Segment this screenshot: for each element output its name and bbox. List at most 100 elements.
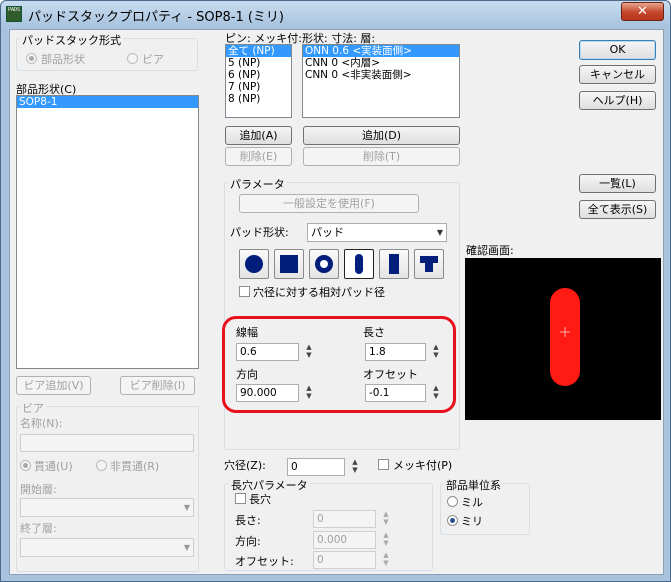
slot-offset-field[interactable]: 0 bbox=[313, 551, 376, 569]
chevron-down-icon: ▼ bbox=[183, 503, 190, 512]
length-field[interactable]: 1.8 bbox=[365, 343, 426, 361]
radio-mm[interactable] bbox=[447, 515, 458, 526]
start-layer-combo[interactable]: ▼ bbox=[20, 498, 194, 517]
shape-item[interactable]: CNN 0 <非実装面側> bbox=[303, 69, 459, 81]
units-group-label: 部品単位系 bbox=[444, 477, 503, 493]
round-pad-icon bbox=[245, 255, 263, 273]
slot-checkbox-label: 長穴 bbox=[249, 493, 271, 506]
ok-button[interactable]: OK bbox=[579, 40, 656, 60]
length-spinner-icon[interactable]: ▲ ▼ bbox=[431, 343, 441, 361]
offset-spinner-icon[interactable]: ▲ ▼ bbox=[431, 384, 441, 402]
slot-orientation-field[interactable]: 0.000 bbox=[313, 531, 376, 549]
orientation-field[interactable]: 90.000 bbox=[236, 384, 299, 402]
padstack-type-label: パッドスタック形式 bbox=[20, 32, 123, 48]
oval-pad-button[interactable] bbox=[344, 249, 374, 279]
title-bar[interactable]: PADS パッドスタックプロパティ - SOP8-1 (ミリ) ✕ bbox=[1, 1, 670, 27]
radio-non-through-label: 非貫通(R) bbox=[110, 460, 160, 473]
round-pad-button[interactable] bbox=[239, 249, 269, 279]
orientation-label: 方向 bbox=[236, 368, 258, 381]
slot-offset-spinner-icon[interactable]: ▲ ▼ bbox=[381, 551, 391, 569]
shapes-listbox[interactable]: ONN 0.6 <実装面側> CNN 0 <内層> CNN 0 <非実装面側> bbox=[302, 44, 460, 118]
relative-drill-checkbox[interactable] bbox=[239, 286, 250, 297]
radio-mm-label: ミリ bbox=[461, 515, 483, 528]
shape-item[interactable]: ONN 0.6 <実装面側> bbox=[303, 45, 459, 57]
slot-orientation-label: 方向: bbox=[235, 535, 261, 548]
delete-pin-button[interactable]: 削除(E) bbox=[225, 147, 292, 166]
cancel-button[interactable]: キャンセル bbox=[579, 65, 656, 84]
use-general-settings-button[interactable]: 一般設定を使用(F) bbox=[239, 194, 419, 213]
slot-offset-label: オフセット: bbox=[235, 555, 294, 568]
odd-pad-button[interactable] bbox=[414, 249, 444, 279]
add-pin-button[interactable]: 追加(A) bbox=[225, 126, 292, 145]
preview-canvas bbox=[465, 258, 661, 420]
square-pad-button[interactable] bbox=[274, 249, 304, 279]
radio-non-through[interactable] bbox=[96, 460, 107, 471]
offset-label: オフセット bbox=[363, 368, 418, 381]
drill-spinner-icon[interactable]: ▲ ▼ bbox=[350, 458, 360, 476]
radio-through[interactable] bbox=[20, 460, 31, 471]
offset-field[interactable]: -0.1 bbox=[365, 384, 426, 402]
slot-length-spinner-icon[interactable]: ▲ ▼ bbox=[381, 510, 391, 528]
list-button[interactable]: 一覧(L) bbox=[579, 174, 656, 193]
via-name-label: 名称(N): bbox=[20, 417, 63, 430]
radio-through-label: 貫通(U) bbox=[34, 460, 73, 473]
annular-pad-button[interactable] bbox=[309, 249, 339, 279]
plated-checkbox[interactable] bbox=[378, 459, 389, 470]
radio-decal-label: 部品形状 bbox=[41, 53, 85, 66]
pin-item[interactable]: 7 (NP) bbox=[226, 81, 291, 93]
pins-listbox[interactable]: 全て (NP) 5 (NP) 6 (NP) 7 (NP) 8 (NP) bbox=[225, 44, 292, 118]
add-shape-button[interactable]: 追加(D) bbox=[303, 126, 460, 145]
end-layer-combo[interactable]: ▼ bbox=[20, 538, 194, 557]
delete-via-button[interactable]: ビア削除(I) bbox=[120, 376, 195, 395]
rectangle-pad-icon bbox=[389, 254, 399, 274]
width-spinner-icon[interactable]: ▲ ▼ bbox=[304, 343, 314, 361]
width-field[interactable]: 0.6 bbox=[236, 343, 299, 361]
slot-checkbox[interactable] bbox=[235, 493, 246, 504]
pad-shape-combo[interactable]: パッド ▼ bbox=[307, 223, 447, 242]
via-name-field[interactable] bbox=[20, 434, 194, 452]
pin-item[interactable]: 6 (NP) bbox=[226, 69, 291, 81]
preview-label: 確認画面: bbox=[466, 244, 514, 257]
width-label: 線幅 bbox=[236, 326, 258, 339]
radio-mil[interactable] bbox=[447, 496, 458, 507]
radio-via[interactable] bbox=[127, 53, 138, 64]
decal-listbox[interactable]: SOP8-1 bbox=[16, 95, 199, 369]
orientation-spinner-icon[interactable]: ▲ ▼ bbox=[304, 384, 314, 402]
pin-item[interactable]: 全て (NP) bbox=[226, 45, 291, 57]
parameters-group-label: パラメータ bbox=[228, 176, 287, 192]
add-via-button[interactable]: ビア追加(V) bbox=[16, 376, 91, 395]
odd-pad-icon bbox=[420, 256, 438, 272]
radio-via-label: ビア bbox=[142, 53, 164, 66]
dialog-client-area: パッドスタック形式 部品形状 ビア 部品形状(C) SOP8-1 ビア追加(V)… bbox=[9, 29, 664, 575]
slot-length-label: 長さ: bbox=[235, 514, 261, 527]
length-label: 長さ bbox=[363, 326, 385, 339]
relative-drill-label: 穴径に対する相対パッド径 bbox=[253, 286, 385, 299]
help-button[interactable]: ヘルプ(H) bbox=[579, 91, 656, 110]
close-button[interactable]: ✕ bbox=[621, 2, 664, 21]
show-all-button[interactable]: 全て表示(S) bbox=[579, 200, 656, 219]
chevron-down-icon: ▼ bbox=[436, 228, 443, 237]
start-layer-label: 開始層: bbox=[20, 483, 57, 496]
pin-item[interactable]: 8 (NP) bbox=[226, 93, 291, 105]
oval-pad-icon bbox=[355, 254, 363, 274]
pin-item[interactable]: 5 (NP) bbox=[226, 57, 291, 69]
radio-mil-label: ミル bbox=[461, 496, 483, 509]
slot-length-field[interactable]: 0 bbox=[313, 510, 376, 528]
annular-pad-icon bbox=[315, 255, 333, 273]
drill-field[interactable]: 0 bbox=[287, 458, 345, 476]
pads-app-icon: PADS bbox=[6, 6, 22, 22]
pad-shape-value: パッド bbox=[311, 226, 344, 239]
pad-shape-label: パッド形状: bbox=[230, 226, 289, 239]
slot-orientation-spinner-icon[interactable]: ▲ ▼ bbox=[381, 531, 391, 549]
plated-label: メッキ付(P) bbox=[393, 459, 453, 472]
radio-decal[interactable] bbox=[26, 53, 37, 64]
decal-item[interactable]: SOP8-1 bbox=[17, 96, 198, 108]
delete-shape-button[interactable]: 削除(T) bbox=[303, 147, 460, 166]
drill-label: 穴径(Z): bbox=[224, 459, 266, 472]
shape-item[interactable]: CNN 0 <内層> bbox=[303, 57, 459, 69]
via-group-label: ビア bbox=[20, 400, 46, 416]
chevron-down-icon: ▼ bbox=[183, 543, 190, 552]
end-layer-label: 終了層: bbox=[20, 522, 57, 535]
pad-preview-graphic bbox=[550, 288, 580, 386]
rectangle-pad-button[interactable] bbox=[379, 249, 409, 279]
